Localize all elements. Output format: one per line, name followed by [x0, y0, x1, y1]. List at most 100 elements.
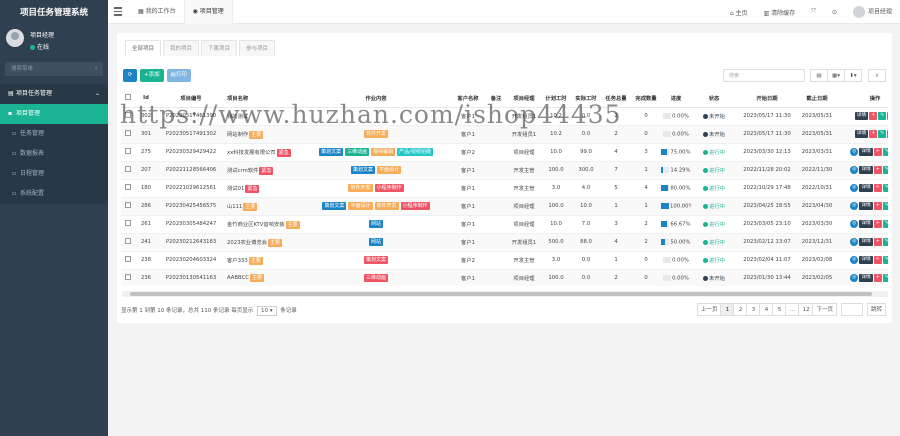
- table-row[interactable]: 241 P20230212643183 2023农业博览会 主要 网站 客户1 开发组员1 5…: [121, 233, 888, 252]
- detail-button[interactable]: 详情: [859, 238, 873, 246]
- fullscreen-icon[interactable]: ⤧: [803, 8, 824, 16]
- edit-icon[interactable]: ✎: [882, 220, 888, 228]
- col-header[interactable]: 截止日期: [797, 89, 837, 108]
- detail-button[interactable]: 详情: [859, 202, 873, 210]
- select-all-checkbox[interactable]: [121, 89, 135, 108]
- project-name[interactable]: AABBCC: [227, 275, 249, 281]
- table-row[interactable]: 207 P20221128566406 测试crm软件 紧急 策划文案 平面设计 客户1 开发…: [121, 161, 888, 180]
- col-header[interactable]: Id: [135, 89, 157, 108]
- table-row[interactable]: 302 P20230517461390 我的测试 客户1 开发组员1 10.2 0.0 2 0 0…: [121, 107, 888, 126]
- detail-button[interactable]: 详情: [859, 256, 873, 264]
- info-icon[interactable]: ◎: [850, 274, 859, 282]
- print-button[interactable]: ▤打印: [166, 69, 191, 82]
- table-row[interactable]: 236 P20230130541163 AABBCC 主要 三维动画 客户1 项目经理 100…: [121, 269, 888, 286]
- project-name[interactable]: 金竹商业区KTV音响安装: [227, 222, 285, 228]
- toggle-view-icon[interactable]: ▤: [810, 69, 828, 82]
- col-header[interactable]: 作业内容: [301, 89, 451, 108]
- edit-icon[interactable]: ✎: [882, 184, 888, 192]
- col-header[interactable]: 备注: [485, 89, 507, 108]
- edit-icon[interactable]: ✎: [882, 166, 888, 174]
- info-icon[interactable]: ◎: [850, 166, 859, 174]
- project-name[interactable]: 测试01: [227, 186, 244, 192]
- col-header[interactable]: 操作: [837, 89, 888, 108]
- col-header[interactable]: 状态: [691, 89, 737, 108]
- row-checkbox[interactable]: [121, 125, 135, 144]
- add-task-icon[interactable]: +: [873, 166, 882, 174]
- search-icon[interactable]: ⌕: [95, 62, 98, 76]
- row-checkbox[interactable]: [121, 197, 135, 216]
- table-row[interactable]: 261 P20230305484247 金竹商业区KTV音响安装 主要 网站 客户1 项目经…: [121, 215, 888, 234]
- sidebar-item-project-task[interactable]: ▤ 项目任务管理 ⌄: [0, 84, 108, 104]
- next-page-button[interactable]: 下一页: [812, 303, 837, 316]
- export-icon[interactable]: ⬇▾: [844, 69, 862, 82]
- add-task-icon[interactable]: +: [873, 256, 882, 264]
- page-button[interactable]: 5: [772, 303, 787, 316]
- tab-my-projects[interactable]: 我的项目: [163, 40, 200, 56]
- menu-toggle-icon[interactable]: [114, 7, 122, 16]
- project-name[interactable]: 我的测试: [227, 114, 248, 120]
- menu-search-input[interactable]: 搜索菜单 ⌕: [5, 62, 103, 76]
- info-icon[interactable]: ◎: [850, 202, 859, 210]
- user-menu[interactable]: 项目经理: [845, 6, 900, 18]
- project-name[interactable]: 网站制作: [227, 132, 248, 138]
- search-icon[interactable]: ⌕: [868, 69, 886, 82]
- col-header[interactable]: 项目名称: [225, 89, 301, 108]
- info-icon[interactable]: ◎: [850, 220, 859, 228]
- col-header[interactable]: 客户名称: [451, 89, 485, 108]
- info-icon[interactable]: ◎: [850, 238, 859, 246]
- add-button[interactable]: +添加: [140, 69, 164, 82]
- table-row[interactable]: 286 P20230425456575 山111 主要 策划文案 平面设计 软件开发 小程序制…: [121, 197, 888, 216]
- sidebar-item-task-manage[interactable]: ▫ 任务管理: [0, 124, 108, 144]
- row-checkbox[interactable]: [121, 269, 135, 286]
- add-task-icon[interactable]: +: [873, 274, 882, 282]
- page-button[interactable]: 4: [759, 303, 774, 316]
- edit-icon[interactable]: ✎: [882, 202, 888, 210]
- clear-cache-link[interactable]: ▥ 清除缓存: [756, 8, 804, 17]
- add-task-icon[interactable]: +: [873, 202, 882, 210]
- project-name[interactable]: 测试crm软件: [227, 168, 258, 174]
- tab-subordinate-projects[interactable]: 下属项目: [201, 40, 238, 56]
- horizontal-scrollbar[interactable]: [122, 291, 888, 297]
- col-header[interactable]: 项目编号: [157, 89, 225, 108]
- detail-button[interactable]: 详情: [859, 220, 873, 228]
- add-task-icon[interactable]: +: [869, 130, 878, 138]
- delete-icon[interactable]: ✖: [887, 112, 888, 120]
- edit-icon[interactable]: ✎: [882, 238, 888, 246]
- detail-button[interactable]: 详情: [859, 166, 873, 174]
- row-checkbox[interactable]: [121, 107, 135, 126]
- tab-all-projects[interactable]: 全部项目: [125, 40, 162, 56]
- info-icon[interactable]: ◎: [850, 256, 859, 264]
- add-task-icon[interactable]: +: [873, 184, 882, 192]
- page-size-select[interactable]: 10 ▾: [257, 306, 277, 316]
- project-name[interactable]: 2023农业博览会: [227, 240, 267, 246]
- col-header[interactable]: 实际工时: [571, 89, 601, 108]
- detail-button[interactable]: 详情: [859, 148, 873, 156]
- tab-project-manage[interactable]: ◉ 项目管理: [184, 0, 233, 24]
- sidebar-item-reports[interactable]: ▫ 数据报表: [0, 144, 108, 164]
- add-task-icon[interactable]: +: [869, 112, 878, 120]
- row-checkbox[interactable]: [121, 215, 135, 234]
- tab-joined-projects[interactable]: 参与项目: [239, 40, 276, 56]
- sidebar-item-project-manage[interactable]: ▪ 项目管理: [0, 104, 108, 124]
- row-checkbox[interactable]: [121, 179, 135, 198]
- sidebar-item-schedule[interactable]: ▫ 日程管理: [0, 164, 108, 184]
- add-task-icon[interactable]: +: [873, 220, 882, 228]
- page-button[interactable]: 1: [720, 303, 735, 316]
- table-row[interactable]: 238 P20230204603324 客户333 主要 策划文案 客户2 开发主管 3.0 0…: [121, 251, 888, 270]
- detail-button[interactable]: 详情: [859, 274, 873, 282]
- edit-icon[interactable]: ✎: [882, 148, 888, 156]
- project-name[interactable]: 客户333: [227, 258, 248, 264]
- notification-icon[interactable]: ⊙: [824, 9, 845, 16]
- project-name[interactable]: 山111: [227, 204, 242, 210]
- page-button[interactable]: 12: [798, 303, 814, 316]
- detail-button[interactable]: 详情: [859, 184, 873, 192]
- col-header[interactable]: 完成数量: [631, 89, 661, 108]
- edit-icon[interactable]: ✎: [878, 112, 887, 120]
- col-header[interactable]: 进度: [661, 89, 691, 108]
- add-task-icon[interactable]: +: [873, 148, 882, 156]
- tab-workbench[interactable]: ▦ 我的工作台: [130, 0, 185, 24]
- row-checkbox[interactable]: [121, 251, 135, 270]
- table-row[interactable]: 275 P20230329429422 xx科技发展有限公司 紧急 策划文案 三维动画 视频…: [121, 143, 888, 162]
- page-button[interactable]: 2: [733, 303, 748, 316]
- prev-page-button[interactable]: 上一页: [696, 303, 722, 316]
